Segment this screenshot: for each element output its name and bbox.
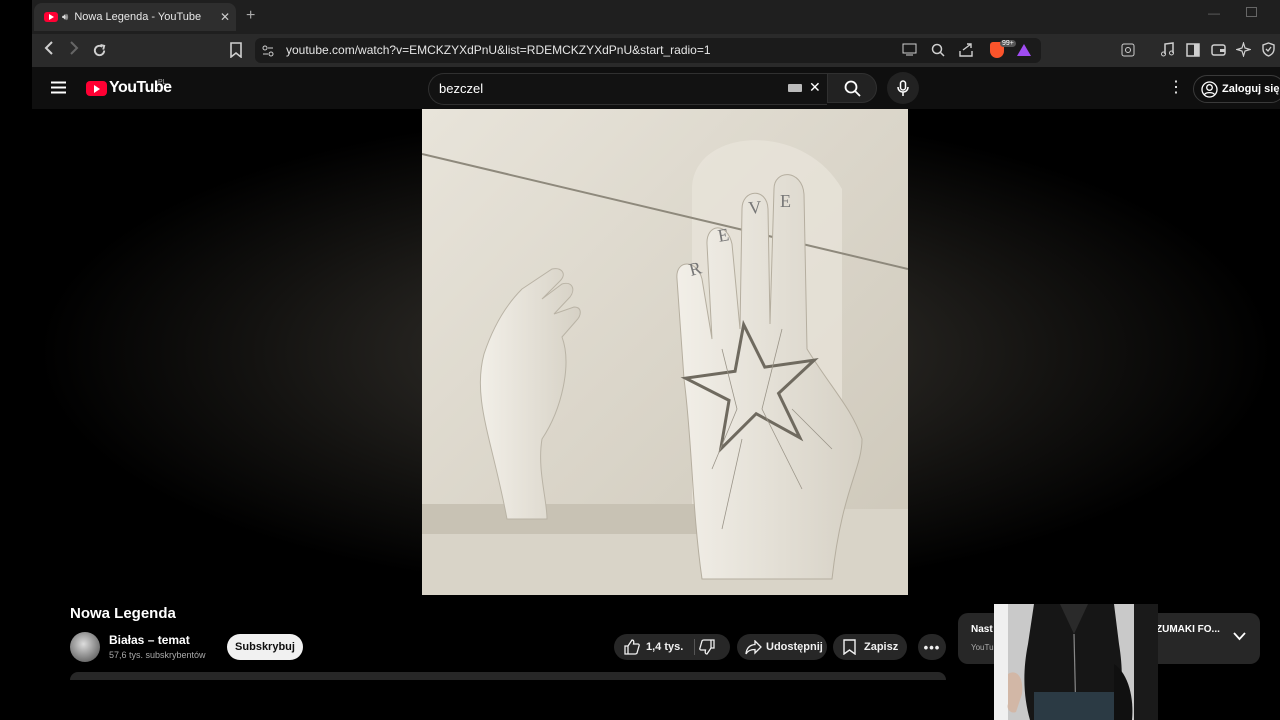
- vpn-shield-icon[interactable]: [1262, 42, 1275, 62]
- video-artwork[interactable]: R E V E: [422, 109, 908, 595]
- share-page-icon[interactable]: [959, 43, 973, 62]
- more-actions-button[interactable]: •••: [918, 634, 946, 660]
- channel-avatar[interactable]: [70, 632, 100, 662]
- media-music-icon[interactable]: [1160, 42, 1174, 62]
- share-label: Udostępnij: [766, 641, 823, 653]
- leo-ai-icon[interactable]: [1234, 40, 1253, 62]
- share-icon: [745, 639, 762, 655]
- subscribe-button[interactable]: Subskrybuj: [227, 634, 303, 660]
- shields-count-badge: 99+: [1000, 40, 1016, 47]
- webcam-overlay: [994, 604, 1158, 720]
- wallet-icon[interactable]: [1211, 43, 1226, 62]
- search-box[interactable]: [428, 73, 827, 105]
- video-title: Nowa Legenda: [70, 605, 176, 622]
- search-button[interactable]: [827, 73, 877, 103]
- search-input[interactable]: bezczel: [439, 81, 483, 96]
- clear-search-icon[interactable]: ✕: [809, 79, 821, 96]
- cast-icon[interactable]: [902, 43, 917, 61]
- brave-rewards-icon[interactable]: [1017, 44, 1031, 56]
- like-dislike-pill: 1,4 tys.: [614, 634, 730, 660]
- thumbs-down-icon: [699, 639, 715, 655]
- menu-icon[interactable]: [51, 81, 66, 99]
- forward-icon[interactable]: [69, 34, 79, 67]
- hand-letter-v: V: [748, 197, 763, 218]
- save-button[interactable]: Zapisz: [833, 634, 907, 660]
- search-icon: [844, 80, 861, 97]
- like-button[interactable]: 1,4 tys.: [614, 639, 683, 655]
- dislike-button[interactable]: [699, 639, 715, 655]
- reader-mode-icon[interactable]: [1121, 43, 1135, 62]
- subscriber-count: 57,6 tys. subskrybentów: [109, 650, 206, 660]
- site-settings-icon[interactable]: [262, 44, 274, 62]
- account-icon: [1201, 80, 1218, 98]
- description-box[interactable]: [70, 672, 946, 680]
- voice-search-button[interactable]: [887, 72, 919, 104]
- speaker-icon[interactable]: 🔊︎: [62, 12, 68, 23]
- save-icon: [843, 639, 856, 655]
- url-text[interactable]: youtube.com/watch?v=EMCKZYXdPnU&list=RDE…: [286, 43, 711, 57]
- reload-icon[interactable]: [92, 43, 107, 63]
- share-button[interactable]: Udostępnij: [737, 634, 827, 660]
- youtube-favicon-icon: [44, 12, 58, 22]
- microphone-icon: [897, 79, 909, 96]
- close-tab-icon[interactable]: ✕: [214, 10, 236, 24]
- keyboard-icon[interactable]: [788, 84, 802, 92]
- minimize-window-icon[interactable]: —: [1208, 6, 1220, 20]
- bookmark-icon[interactable]: [230, 42, 242, 63]
- back-icon[interactable]: [44, 34, 54, 67]
- next-up-label: Nast: [971, 624, 993, 635]
- like-divider: [694, 639, 695, 655]
- next-up-subtitle: YouTu: [971, 643, 994, 652]
- zoom-icon[interactable]: [931, 43, 945, 62]
- country-code: PL: [158, 79, 167, 86]
- hand-letter-e2: E: [780, 191, 791, 211]
- youtube-logo-icon[interactable]: [86, 81, 107, 96]
- channel-name[interactable]: Białas – temat: [109, 633, 190, 647]
- next-up-title: ZUMAKI FO...: [1156, 624, 1220, 635]
- thumbs-up-icon: [624, 639, 640, 655]
- browser-tab[interactable]: 🔊︎ Nowa Legenda - YouTube ✕: [34, 3, 236, 31]
- new-tab-button[interactable]: +: [246, 7, 255, 25]
- sign-in-label: Zaloguj się: [1222, 83, 1280, 95]
- save-label: Zapisz: [864, 641, 899, 653]
- sidebar-icon[interactable]: [1186, 43, 1200, 62]
- tab-title: Nowa Legenda - YouTube: [74, 11, 202, 23]
- sign-in-button[interactable]: Zaloguj się: [1193, 75, 1280, 103]
- like-count: 1,4 tys.: [646, 641, 684, 653]
- more-horizontal-icon: •••: [923, 639, 941, 655]
- chevron-down-icon[interactable]: [1233, 628, 1246, 646]
- maximize-window-icon[interactable]: [1246, 7, 1257, 17]
- more-options-icon[interactable]: ⋮: [1168, 77, 1184, 97]
